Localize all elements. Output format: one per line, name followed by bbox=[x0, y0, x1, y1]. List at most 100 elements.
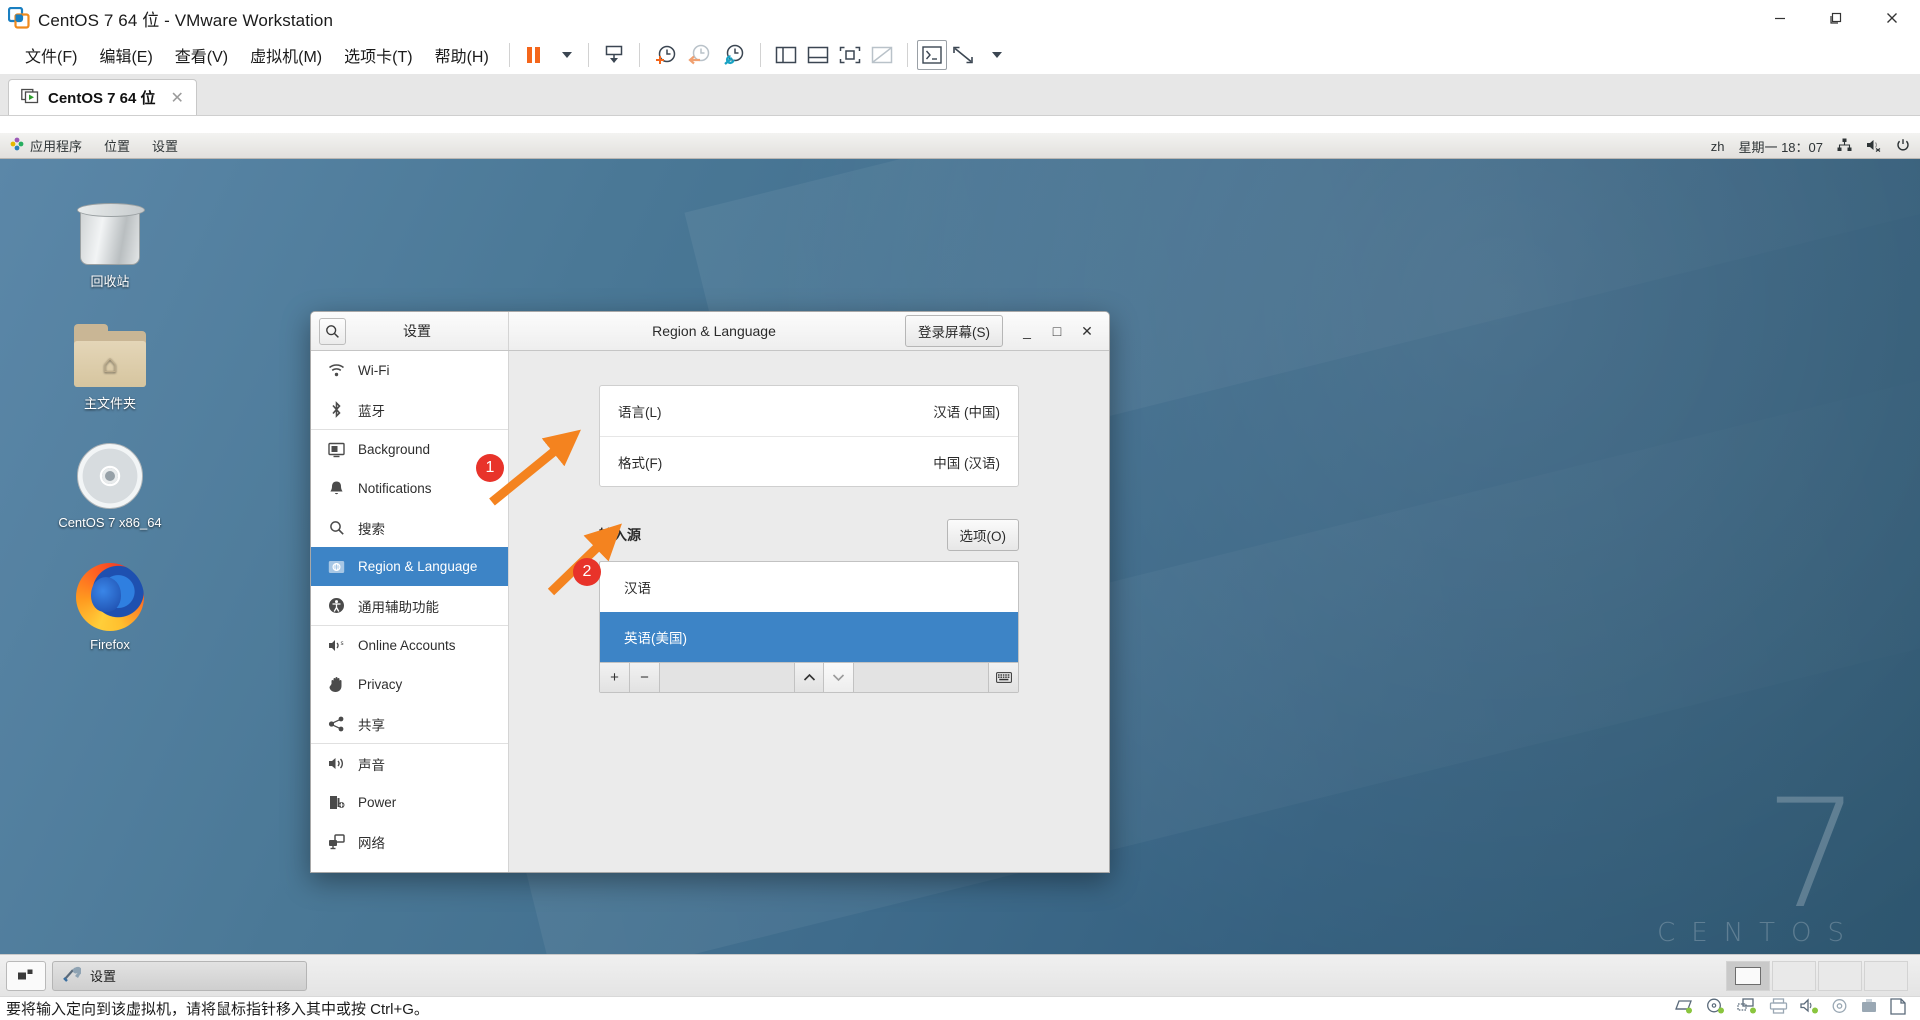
watermark-word: CENTOS bbox=[1657, 917, 1860, 948]
sidebar-item-notifications-label: Notifications bbox=[358, 481, 432, 496]
close-button[interactable] bbox=[1864, 0, 1920, 36]
optical-icon[interactable] bbox=[1831, 998, 1848, 1019]
firefox-icon bbox=[50, 555, 170, 631]
sound-card-icon[interactable] bbox=[1800, 998, 1819, 1019]
suspend-button[interactable] bbox=[519, 40, 549, 70]
guest-taskbar: 设置 bbox=[0, 954, 1920, 996]
sidebar-item-network[interactable]: 网络 bbox=[311, 822, 508, 861]
sidebar-item-bluetooth-label: 蓝牙 bbox=[358, 403, 385, 419]
move-down-button[interactable] bbox=[824, 663, 854, 692]
clock[interactable]: 星期一 18：07 bbox=[1738, 137, 1823, 156]
region-language-icon bbox=[328, 558, 345, 575]
add-input-source-button[interactable]: + bbox=[600, 663, 630, 692]
background-icon bbox=[328, 441, 345, 458]
show-library-button[interactable] bbox=[770, 40, 802, 70]
desktop-icon-cd[interactable]: CentOS 7 x86_64 bbox=[50, 433, 170, 530]
sidebar-item-wifi[interactable]: Wi-Fi bbox=[311, 351, 508, 390]
input-sources-toolbar: + − bbox=[600, 662, 1018, 692]
volume-muted-icon[interactable] bbox=[1866, 138, 1882, 155]
move-up-button[interactable] bbox=[794, 663, 824, 692]
menu-vm[interactable]: 虚拟机(M) bbox=[239, 39, 333, 71]
settings-tools-icon bbox=[63, 966, 82, 985]
menu-edit[interactable]: 编辑(E) bbox=[88, 39, 163, 71]
sidebar-item-online-accounts[interactable]: s Online Accounts bbox=[311, 626, 508, 665]
vmware-logo-icon bbox=[7, 6, 30, 29]
login-screen-button[interactable]: 登录屏幕(S) bbox=[905, 315, 1003, 347]
sidebar-item-sharing[interactable]: 共享 bbox=[311, 704, 508, 743]
message-log-icon[interactable] bbox=[1890, 997, 1906, 1020]
revert-snapshot-button[interactable] bbox=[683, 40, 717, 70]
network-wired-icon[interactable] bbox=[1837, 138, 1852, 155]
taskbar-window-settings[interactable]: 设置 bbox=[52, 960, 307, 991]
workspace-2[interactable] bbox=[1772, 960, 1816, 991]
settings-close-button[interactable]: ✕ bbox=[1073, 317, 1101, 345]
chevron-down-icon-2 bbox=[992, 52, 1003, 58]
menu-tabs[interactable]: 选项卡(T) bbox=[333, 39, 423, 71]
settings-maximize-button[interactable]: □ bbox=[1043, 317, 1071, 345]
printer-icon[interactable] bbox=[1769, 998, 1788, 1019]
workspace-3[interactable] bbox=[1818, 960, 1862, 991]
search-icon bbox=[328, 519, 345, 536]
fullscreen-dropdown[interactable] bbox=[979, 40, 1009, 70]
gnome-places-label: 位置 bbox=[104, 139, 131, 154]
hard-disk-icon[interactable] bbox=[1674, 998, 1694, 1019]
row-formats[interactable]: 格式(F) 中国 (汉语) bbox=[600, 436, 1018, 486]
show-desktop-icon[interactable] bbox=[6, 960, 46, 991]
console-active-button[interactable] bbox=[916, 40, 947, 70]
sidebar-item-search[interactable]: 搜索 bbox=[311, 508, 508, 547]
desktop-icon-firefox[interactable]: Firefox bbox=[50, 555, 170, 652]
take-snapshot-button[interactable] bbox=[649, 40, 683, 70]
sidebar-item-accessibility-label: 通用辅助功能 bbox=[358, 599, 439, 615]
remove-input-source-button[interactable]: − bbox=[630, 663, 660, 692]
input-source-row-english[interactable]: 英语(美国) bbox=[600, 612, 1018, 662]
accessibility-icon bbox=[328, 597, 345, 614]
show-thumbnails-button[interactable] bbox=[802, 40, 834, 70]
desktop-icon-trash-label: 回收站 bbox=[90, 274, 130, 289]
gnome-settings-menu[interactable]: 设置 bbox=[152, 136, 178, 155]
network-adapter-icon[interactable] bbox=[1737, 998, 1757, 1019]
vm-tab-centos[interactable]: CentOS 7 64 位 ✕ bbox=[8, 79, 197, 115]
sidebar-item-power[interactable]: Power bbox=[311, 783, 508, 822]
usb-icon[interactable] bbox=[1860, 998, 1878, 1019]
menu-view[interactable]: 查看(V) bbox=[164, 39, 239, 71]
minimize-button[interactable] bbox=[1752, 0, 1808, 36]
keyboard-icon[interactable] bbox=[988, 663, 1018, 692]
input-options-button[interactable]: 选项(O) bbox=[946, 519, 1019, 551]
cd-dvd-icon[interactable] bbox=[1706, 998, 1725, 1019]
sidebar-item-sound[interactable]: 声音 bbox=[311, 744, 508, 783]
sidebar-item-accessibility[interactable]: 通用辅助功能 bbox=[311, 586, 508, 625]
toolbar-separator-4 bbox=[759, 43, 761, 67]
row-language[interactable]: 语言(L) 汉语 (中国) bbox=[600, 386, 1018, 436]
gnome-applications-menu[interactable]: 应用程序 bbox=[10, 136, 82, 155]
workspace-1[interactable] bbox=[1726, 960, 1770, 991]
maximize-button[interactable] bbox=[1808, 0, 1864, 36]
manage-snapshots-button[interactable] bbox=[717, 40, 751, 70]
show-console-button[interactable] bbox=[834, 40, 866, 70]
input-source-indicator[interactable]: zh bbox=[1711, 139, 1725, 154]
settings-header: 设置 Region & Language 登录屏幕(S) _ □ ✕ bbox=[311, 312, 1109, 351]
desktop-icon-home[interactable]: ⌂ 主文件夹 bbox=[50, 311, 170, 412]
power-options-button[interactable] bbox=[598, 40, 630, 70]
annotation-badge-1: 1 bbox=[476, 454, 504, 482]
settings-minimize-button[interactable]: _ bbox=[1013, 317, 1041, 345]
menubar: 文件(F) 编辑(E) 查看(V) 虚拟机(M) 选项卡(T) 帮助(H) bbox=[0, 36, 1920, 74]
desktop-icon-trash[interactable]: 回收站 bbox=[50, 189, 170, 290]
trash-icon bbox=[50, 189, 170, 265]
menu-file[interactable]: 文件(F) bbox=[14, 39, 88, 71]
tab-close-icon[interactable]: ✕ bbox=[171, 88, 184, 108]
reorder-buttons bbox=[794, 663, 854, 692]
menu-help[interactable]: 帮助(H) bbox=[424, 39, 500, 71]
centos-watermark: 7 CENTOS bbox=[1657, 780, 1860, 948]
power-icon[interactable] bbox=[1896, 138, 1910, 155]
sidebar-item-bluetooth[interactable]: 蓝牙 bbox=[311, 390, 508, 429]
gnome-places-menu[interactable]: 位置 bbox=[104, 136, 130, 155]
search-icon[interactable] bbox=[319, 317, 346, 345]
unity-mode-button[interactable] bbox=[866, 40, 898, 70]
suspend-dropdown[interactable] bbox=[549, 40, 579, 70]
input-source-row-chinese[interactable]: 汉语 bbox=[600, 562, 1018, 612]
sidebar-item-privacy[interactable]: Privacy bbox=[311, 665, 508, 704]
workspace-4[interactable] bbox=[1864, 960, 1908, 991]
input-sources-title: 输入源 bbox=[599, 527, 641, 543]
sidebar-item-region-language[interactable]: Region & Language bbox=[311, 547, 508, 586]
fullscreen-button[interactable] bbox=[947, 40, 979, 70]
